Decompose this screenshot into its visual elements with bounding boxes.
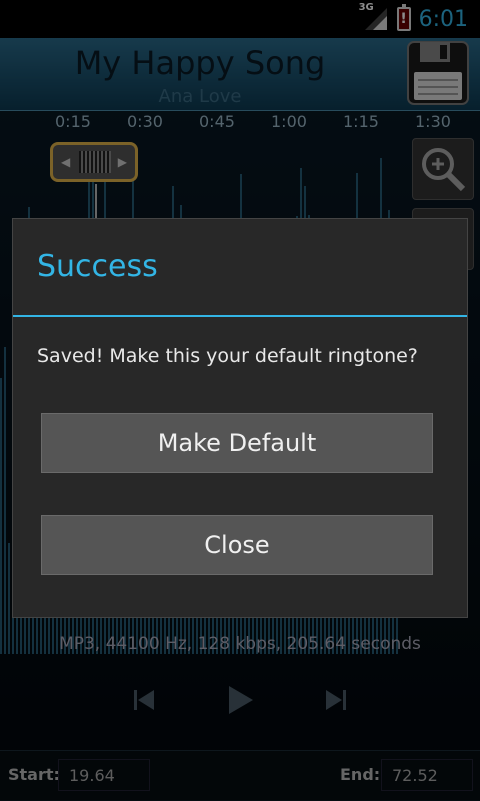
success-dialog: Success Saved! Make this your default ri…: [12, 218, 468, 618]
make-default-button[interactable]: Make Default: [41, 413, 433, 473]
dialog-message: Saved! Make this your default ringtone?: [37, 345, 418, 367]
close-button[interactable]: Close: [41, 515, 433, 575]
dialog-divider: [13, 315, 467, 317]
dialog-title: Success: [37, 249, 158, 284]
